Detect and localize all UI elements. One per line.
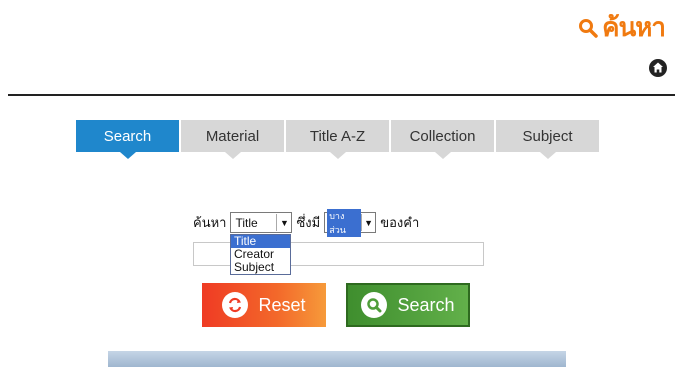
search-criteria-row: ค้นหา Title ▼ ซึ่งมี บางส่วน ▼ ของคำ: [193, 208, 420, 237]
option-subject[interactable]: Subject: [231, 261, 290, 274]
field-select-value: Title: [235, 215, 258, 230]
magnifier-icon: [361, 292, 388, 318]
contains-label: ซึ่งมี: [296, 216, 321, 231]
tab-bar: Search Material Title A-Z Collection Sub…: [76, 120, 599, 159]
match-select-value: บางส่วน: [327, 208, 362, 237]
tab-material[interactable]: Material: [181, 120, 284, 159]
refresh-icon: [222, 292, 249, 318]
tab-collection[interactable]: Collection: [391, 120, 494, 159]
tab-search[interactable]: Search: [76, 120, 179, 159]
search-label: Search: [397, 294, 455, 315]
reset-label: Reset: [258, 294, 306, 315]
tab-title-az[interactable]: Title A-Z: [286, 120, 389, 159]
home-icon[interactable]: [649, 59, 667, 77]
field-select-options: Title Creator Subject: [230, 234, 291, 275]
tab-subject[interactable]: Subject: [496, 120, 599, 159]
search-button[interactable]: Search: [346, 283, 470, 327]
header-divider: [8, 94, 675, 96]
chevron-down-icon: ▼: [276, 214, 291, 231]
chevron-down-icon: ▼: [361, 214, 375, 231]
footer-bar: [108, 351, 566, 367]
of-word-label: ของคำ: [380, 216, 420, 231]
field-select[interactable]: Title ▼: [230, 212, 293, 233]
search-prefix-label: ค้นหา: [193, 216, 227, 231]
brand-title: ค้นหา: [602, 13, 666, 43]
reset-button[interactable]: Reset: [202, 283, 326, 327]
match-select[interactable]: บางส่วน ▼: [324, 208, 377, 237]
search-icon: [579, 18, 598, 38]
brand-logo[interactable]: ค้นหา: [578, 7, 666, 48]
